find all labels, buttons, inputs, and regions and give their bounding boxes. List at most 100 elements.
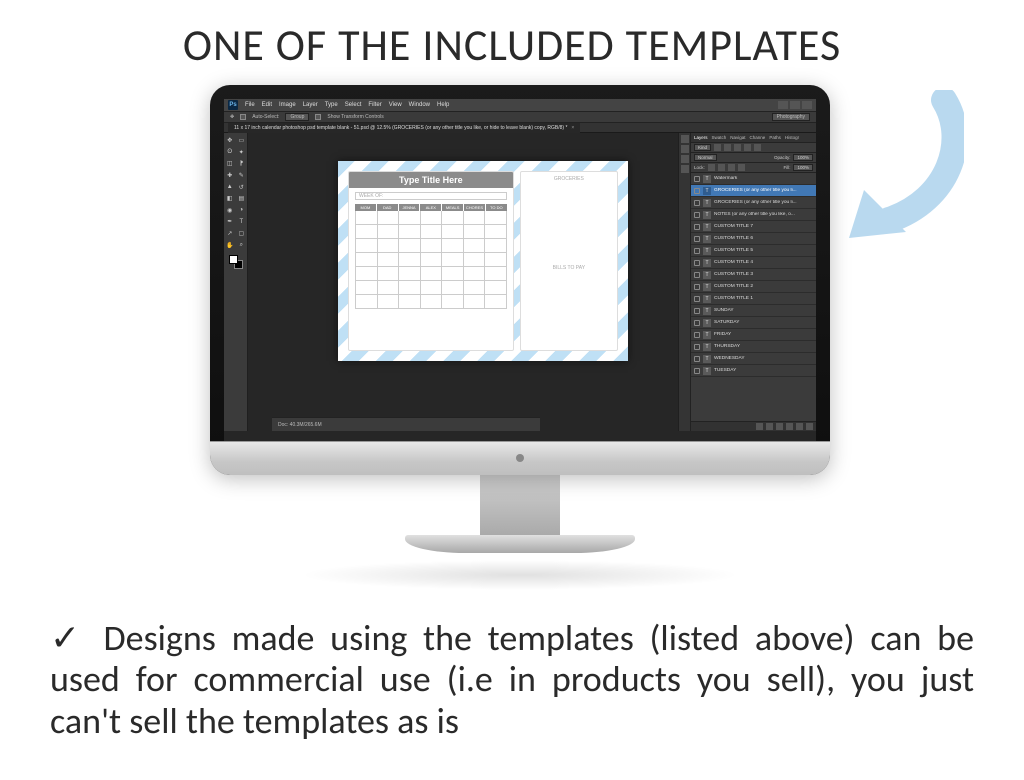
blend-mode-dropdown[interactable]: Normal <box>694 154 717 161</box>
tab-paths[interactable]: Paths <box>769 135 781 140</box>
menu-image[interactable]: Image <box>279 102 296 108</box>
menu-help[interactable]: Help <box>437 102 449 108</box>
lock-pixels-icon[interactable] <box>718 164 725 171</box>
visibility-toggle-icon[interactable] <box>694 344 700 350</box>
actions-panel-icon[interactable] <box>681 145 689 153</box>
eyedropper-tool[interactable]: ⁋ <box>236 158 247 169</box>
filter-shape-icon[interactable] <box>744 144 751 151</box>
filter-pixel-icon[interactable] <box>714 144 721 151</box>
menu-filter[interactable]: Filter <box>368 102 381 108</box>
menu-window[interactable]: Window <box>409 102 430 108</box>
fill-input[interactable]: 100% <box>793 164 813 171</box>
layer-row[interactable]: TCUSTOM TITLE 2 <box>691 281 816 293</box>
visibility-toggle-icon[interactable] <box>694 224 700 230</box>
blur-tool[interactable]: ◉ <box>224 205 235 216</box>
lasso-tool[interactable]: ʘ <box>224 147 235 158</box>
visibility-toggle-icon[interactable] <box>694 200 700 206</box>
tab-navigator[interactable]: Navigat <box>730 135 745 140</box>
layer-row[interactable]: TFRIDAY <box>691 329 816 341</box>
visibility-toggle-icon[interactable] <box>694 188 700 194</box>
layer-row[interactable]: TCUSTOM TITLE 4 <box>691 257 816 269</box>
layer-row[interactable]: TCUSTOM TITLE 3 <box>691 269 816 281</box>
layer-row[interactable]: TSATURDAY <box>691 317 816 329</box>
history-panel-icon[interactable] <box>681 135 689 143</box>
marquee-tool[interactable]: ▭ <box>236 135 247 146</box>
color-swatch[interactable] <box>229 255 243 269</box>
visibility-toggle-icon[interactable] <box>694 320 700 326</box>
layer-row[interactable]: TNOTES (or any other title you like, o..… <box>691 209 816 221</box>
hand-tool[interactable]: ✋ <box>224 240 235 251</box>
lock-all-icon[interactable] <box>738 164 745 171</box>
heal-tool[interactable]: ✚ <box>224 170 235 181</box>
layer-mask-icon[interactable] <box>776 423 783 430</box>
layer-row[interactable]: TTHURSDAY <box>691 341 816 353</box>
menu-layer[interactable]: Layer <box>303 102 318 108</box>
link-layers-icon[interactable] <box>756 423 763 430</box>
filter-type-icon[interactable] <box>734 144 741 151</box>
menu-type[interactable]: Type <box>325 102 338 108</box>
dodge-tool[interactable]: ◑ <box>236 205 247 216</box>
info-panel-icon[interactable] <box>681 165 689 173</box>
close-tab-icon[interactable]: × <box>571 125 574 131</box>
path-tool[interactable]: ↗ <box>224 228 235 239</box>
opacity-input[interactable]: 100% <box>793 154 813 161</box>
visibility-toggle-icon[interactable] <box>694 236 700 242</box>
layer-row[interactable]: TCUSTOM TITLE 6 <box>691 233 816 245</box>
visibility-toggle-icon[interactable] <box>694 308 700 314</box>
layer-row[interactable]: TCUSTOM TITLE 1 <box>691 293 816 305</box>
zoom-tool[interactable]: ⌕ <box>236 240 247 251</box>
visibility-toggle-icon[interactable] <box>694 368 700 374</box>
wand-tool[interactable]: ✦ <box>236 147 247 158</box>
visibility-toggle-icon[interactable] <box>694 260 700 266</box>
visibility-toggle-icon[interactable] <box>694 176 700 182</box>
document-tab[interactable]: 11 x 17 inch calendar photoshop psd temp… <box>228 123 580 133</box>
layer-row[interactable]: TWatermark <box>691 173 816 185</box>
lock-transparent-icon[interactable] <box>708 164 715 171</box>
window-maximize-icon[interactable] <box>790 101 800 109</box>
window-close-icon[interactable] <box>802 101 812 109</box>
new-group-icon[interactable] <box>786 423 793 430</box>
tab-channels[interactable]: Channe <box>750 135 766 140</box>
visibility-toggle-icon[interactable] <box>694 212 700 218</box>
menu-edit[interactable]: Edit <box>262 102 272 108</box>
pen-tool[interactable]: ✒ <box>224 216 235 227</box>
visibility-toggle-icon[interactable] <box>694 272 700 278</box>
eraser-tool[interactable]: ◧ <box>224 193 235 204</box>
tab-histogram[interactable]: Histogr <box>785 135 799 140</box>
layer-row[interactable]: TTUESDAY <box>691 365 816 377</box>
lock-position-icon[interactable] <box>728 164 735 171</box>
move-tool-icon[interactable]: ✥ <box>230 114 234 120</box>
layer-fx-icon[interactable] <box>766 423 773 430</box>
document-canvas[interactable]: Type Title Here WEEK OF: MOM DAD JENNA A… <box>338 161 628 361</box>
visibility-toggle-icon[interactable] <box>694 284 700 290</box>
gradient-tool[interactable]: ▤ <box>236 193 247 204</box>
layer-row[interactable]: TCUSTOM TITLE 5 <box>691 245 816 257</box>
visibility-toggle-icon[interactable] <box>694 248 700 254</box>
tab-layers[interactable]: Layers <box>694 135 708 140</box>
crop-tool[interactable]: ◫ <box>224 158 235 169</box>
layer-row[interactable]: TCUSTOM TITLE 7 <box>691 221 816 233</box>
auto-select-checkbox[interactable] <box>240 114 246 120</box>
delete-layer-icon[interactable] <box>806 423 813 430</box>
menu-file[interactable]: File <box>245 102 255 108</box>
move-tool[interactable]: ✥ <box>224 135 235 146</box>
filter-adjust-icon[interactable] <box>724 144 731 151</box>
new-layer-icon[interactable] <box>796 423 803 430</box>
stamp-tool[interactable]: ▲ <box>224 182 235 193</box>
layer-row[interactable]: TSUNDAY <box>691 305 816 317</box>
filter-kind-dropdown[interactable]: Kind <box>694 144 711 151</box>
workspace-switcher[interactable]: Photography <box>772 113 810 121</box>
menu-select[interactable]: Select <box>345 102 362 108</box>
history-brush-tool[interactable]: ↺ <box>236 182 247 193</box>
type-tool[interactable]: T <box>236 216 247 227</box>
filter-smart-icon[interactable] <box>754 144 761 151</box>
tab-swatches[interactable]: Swatch <box>712 135 727 140</box>
auto-select-dropdown[interactable]: Group <box>285 113 309 121</box>
layer-list[interactable]: TWatermarkTGROCERIES (or any other title… <box>691 173 816 421</box>
show-transform-checkbox[interactable] <box>315 114 321 120</box>
layer-row[interactable]: TGROCERIES (or any other title you li... <box>691 197 816 209</box>
visibility-toggle-icon[interactable] <box>694 356 700 362</box>
visibility-toggle-icon[interactable] <box>694 296 700 302</box>
layer-row[interactable]: TGROCERIES (or any other title you li... <box>691 185 816 197</box>
window-minimize-icon[interactable] <box>778 101 788 109</box>
